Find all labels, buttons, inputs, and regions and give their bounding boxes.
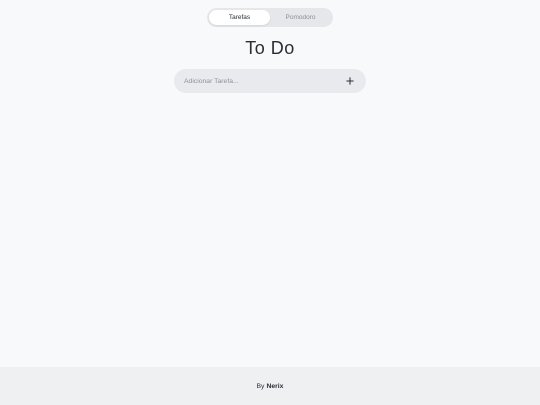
footer-prefix: By — [256, 382, 265, 390]
add-task-input[interactable] — [184, 77, 344, 85]
app-root: Tarefas Pomodoro To Do By Nerix — [0, 0, 540, 405]
tab-tarefas-label: Tarefas — [228, 14, 251, 21]
page-title: To Do — [245, 38, 295, 58]
footer-author: Nerix — [266, 382, 284, 390]
plus-icon — [346, 77, 354, 85]
tab-pomodoro-label: Pomodoro — [285, 14, 316, 21]
tab-switcher: Tarefas Pomodoro — [207, 8, 333, 27]
tab-pomodoro[interactable]: Pomodoro — [270, 10, 331, 25]
footer: By Nerix — [0, 367, 540, 405]
add-task-bar — [174, 69, 366, 93]
tab-tarefas[interactable]: Tarefas — [209, 10, 270, 25]
add-task-button[interactable] — [344, 75, 356, 87]
